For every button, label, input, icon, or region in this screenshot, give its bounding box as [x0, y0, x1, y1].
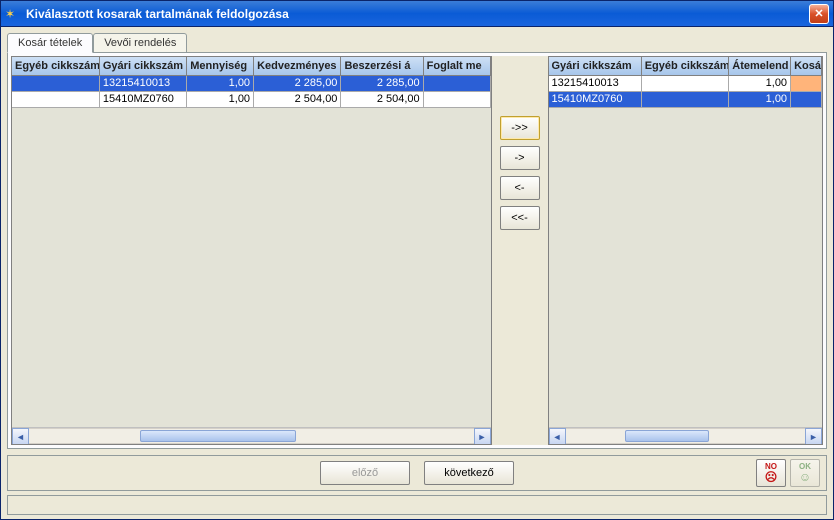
- cell: 1,00: [729, 91, 791, 107]
- cell: [12, 75, 99, 91]
- col-header[interactable]: Kedvezményes: [254, 57, 341, 75]
- panel-wrap: Egyéb cikkszám Gyári cikkszám Mennyiség …: [7, 52, 827, 449]
- right-grid[interactable]: Gyári cikkszám Egyéb cikkszám Átemelend …: [548, 56, 824, 445]
- tabstrip: Kosár tételek Vevői rendelés: [1, 27, 833, 52]
- header-row: Gyári cikkszám Egyéb cikkszám Átemelend …: [549, 57, 822, 75]
- col-header[interactable]: Mennyiség: [187, 57, 254, 75]
- cell: 15410MZ0760: [549, 91, 642, 107]
- table-row[interactable]: 13215410013 1,00: [549, 75, 822, 91]
- move-one-right-button[interactable]: ->: [500, 146, 540, 170]
- scroll-right-button[interactable]: ►: [805, 428, 822, 445]
- statusbar: [7, 495, 827, 515]
- col-header[interactable]: Egyéb cikkszám: [641, 57, 729, 75]
- header-row: Egyéb cikkszám Gyári cikkszám Mennyiség …: [12, 57, 490, 75]
- cell: [791, 75, 822, 91]
- left-grid-body[interactable]: Egyéb cikkszám Gyári cikkszám Mennyiség …: [12, 57, 491, 427]
- cell: 15410MZ0760: [99, 91, 186, 107]
- table-row[interactable]: 15410MZ0760 1,00: [549, 91, 822, 107]
- col-header[interactable]: Átemelend: [729, 57, 791, 75]
- tab-kosar-tetelek[interactable]: Kosár tételek: [7, 33, 93, 53]
- left-grid-wrap: Egyéb cikkszám Gyári cikkszám Mennyiség …: [11, 56, 492, 445]
- chevron-left-icon: ◄: [16, 432, 25, 442]
- happy-face-icon: ☺: [799, 471, 811, 483]
- col-header[interactable]: Foglalt me: [423, 57, 490, 75]
- cell: 2 504,00: [254, 91, 341, 107]
- tab-label: Vevői rendelés: [104, 37, 176, 49]
- chevron-right-icon: ►: [809, 432, 818, 442]
- scroll-track[interactable]: [29, 428, 474, 444]
- cell: 13215410013: [549, 75, 642, 91]
- cell: 1,00: [729, 75, 791, 91]
- cell: [641, 91, 729, 107]
- transfer-layout: Egyéb cikkszám Gyári cikkszám Mennyiség …: [11, 56, 823, 445]
- col-header[interactable]: Kosá: [791, 57, 822, 75]
- scroll-right-button[interactable]: ►: [474, 428, 491, 445]
- cell: 2 285,00: [254, 75, 341, 91]
- move-all-right-button[interactable]: ->>: [500, 116, 540, 140]
- close-icon: ✕: [814, 7, 823, 20]
- window-title: Kiválasztott kosarak tartalmának feldolg…: [26, 7, 809, 21]
- cell: [423, 75, 490, 91]
- cell: [12, 91, 99, 107]
- cell: 2 285,00: [341, 75, 423, 91]
- right-table: Gyári cikkszám Egyéb cikkszám Átemelend …: [549, 57, 823, 108]
- left-grid[interactable]: Egyéb cikkszám Gyári cikkszám Mennyiség …: [11, 56, 492, 445]
- col-header[interactable]: Beszerzési á: [341, 57, 423, 75]
- right-hscroll[interactable]: ◄ ►: [549, 427, 823, 444]
- tab-label: Kosár tételek: [18, 37, 82, 49]
- footer-right-buttons: NO ☹ OK ☺: [756, 459, 820, 487]
- cell: [423, 91, 490, 107]
- close-button[interactable]: ✕: [809, 4, 829, 24]
- left-table: Egyéb cikkszám Gyári cikkszám Mennyiség …: [12, 57, 491, 108]
- ok-button[interactable]: OK ☺: [790, 459, 820, 487]
- scroll-thumb[interactable]: [625, 430, 709, 442]
- move-one-left-button[interactable]: <-: [500, 176, 540, 200]
- app-icon: ✶: [5, 6, 21, 22]
- col-header[interactable]: Egyéb cikkszám: [12, 57, 99, 75]
- right-grid-body[interactable]: Gyári cikkszám Egyéb cikkszám Átemelend …: [549, 57, 823, 427]
- col-header[interactable]: Gyári cikkszám: [549, 57, 642, 75]
- table-row[interactable]: 15410MZ0760 1,00 2 504,00 2 504,00: [12, 91, 490, 107]
- transfer-buttons: ->> -> <- <<-: [492, 56, 548, 445]
- next-button[interactable]: következő: [424, 461, 514, 485]
- cell: 13215410013: [99, 75, 186, 91]
- no-button[interactable]: NO ☹: [756, 459, 786, 487]
- tab-vevoi-rendeles[interactable]: Vevői rendelés: [93, 33, 187, 52]
- chevron-left-icon: ◄: [553, 432, 562, 442]
- move-all-left-button[interactable]: <<-: [500, 206, 540, 230]
- col-header[interactable]: Gyári cikkszám: [99, 57, 186, 75]
- scroll-track[interactable]: [566, 428, 806, 444]
- cell: [641, 75, 729, 91]
- chevron-right-icon: ►: [478, 432, 487, 442]
- left-hscroll[interactable]: ◄ ►: [12, 427, 491, 444]
- right-grid-wrap: Gyári cikkszám Egyéb cikkszám Átemelend …: [548, 56, 824, 445]
- cell: 2 504,00: [341, 91, 423, 107]
- table-row[interactable]: 13215410013 1,00 2 285,00 2 285,00: [12, 75, 490, 91]
- cell: [791, 91, 822, 107]
- scroll-left-button[interactable]: ◄: [549, 428, 566, 445]
- prev-button[interactable]: előző: [320, 461, 410, 485]
- cell: 1,00: [187, 91, 254, 107]
- footer: előző következő NO ☹ OK ☺: [7, 455, 827, 491]
- panel: Egyéb cikkszám Gyári cikkszám Mennyiség …: [7, 52, 827, 449]
- titlebar[interactable]: ✶ Kiválasztott kosarak tartalmának feldo…: [1, 1, 833, 27]
- scroll-thumb[interactable]: [140, 430, 296, 442]
- scroll-left-button[interactable]: ◄: [12, 428, 29, 445]
- app-window: ✶ Kiválasztott kosarak tartalmának feldo…: [0, 0, 834, 520]
- cell: 1,00: [187, 75, 254, 91]
- sad-face-icon: ☹: [765, 471, 778, 483]
